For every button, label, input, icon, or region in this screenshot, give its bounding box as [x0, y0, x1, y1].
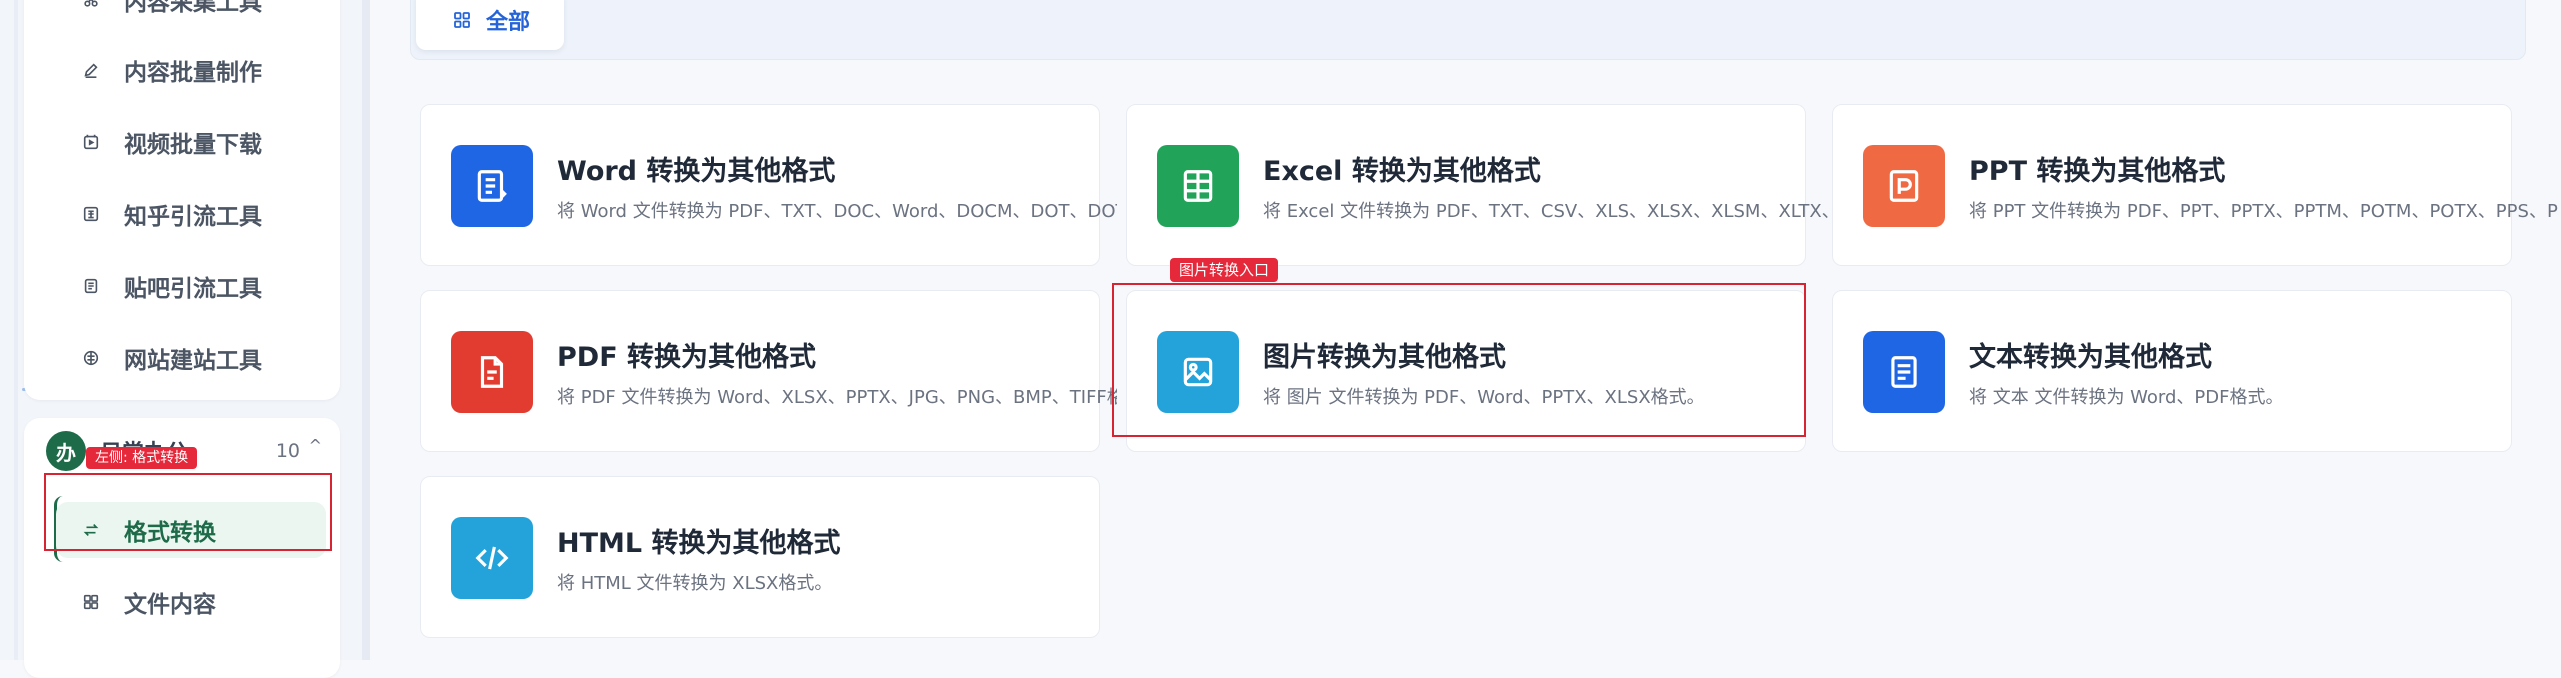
- card-title: 文本转换为其他格式: [1969, 342, 2212, 373]
- card-pdf[interactable]: PDF 转换为其他格式 将 PDF 文件转换为 Word、XLSX、PPTX、J…: [420, 290, 1117, 452]
- sidebar-item-content-batch[interactable]: 内容批量制作: [56, 42, 332, 98]
- card-description: 将 HTML 文件转换为 XLSX格式。: [557, 573, 833, 594]
- card-description: 将 Word 文件转换为 PDF、TXT、DOC、Word、DOCM、DOT、D…: [557, 201, 1117, 222]
- card-description: 将 PDF 文件转换为 Word、XLSX、PPTX、JPG、PNG、BMP、T…: [557, 387, 1117, 408]
- code-icon: [451, 517, 533, 599]
- card-text[interactable]: 文本转换为其他格式 将 文本 文件转换为 Word、PDF格式。: [1832, 290, 2512, 452]
- card-title: PPT 转换为其他格式: [1969, 156, 2226, 187]
- grid-icon: [452, 10, 472, 30]
- filter-all-label: 全部: [486, 10, 531, 35]
- document-icon: [451, 145, 533, 227]
- card-html[interactable]: HTML 转换为其他格式 将 HTML 文件转换为 XLSX格式。: [420, 476, 1100, 638]
- grid-icon: [80, 591, 102, 613]
- sidebar-item-tieba[interactable]: 贴吧引流工具: [56, 258, 332, 314]
- sidebar-item-label: 内容批量制作: [124, 60, 262, 86]
- card-word[interactable]: Word 转换为其他格式 将 Word 文件转换为 PDF、TXT、DOC、Wo…: [420, 104, 1117, 266]
- presentation-icon: [1863, 145, 1945, 227]
- sidebar-item-label: 知乎引流工具: [124, 204, 262, 230]
- sidebar-item-label: 内容采集工具: [124, 0, 262, 16]
- card-title: Excel 转换为其他格式: [1263, 156, 1541, 187]
- filter-bar: [410, 0, 2526, 60]
- card-excel[interactable]: Excel 转换为其他格式 将 Excel 文件转换为 PDF、TXT、CSV、…: [1126, 104, 1843, 266]
- sidebar-item-label: 网站建站工具: [124, 348, 262, 374]
- card-description: 将 Excel 文件转换为 PDF、TXT、CSV、XLS、XLSX、XLSM、…: [1263, 201, 1843, 222]
- filter-all-button[interactable]: 全部: [416, 0, 564, 50]
- card-ppt[interactable]: PPT 转换为其他格式 将 PPT 文件转换为 PDF、PPT、PPTX、PPT…: [1832, 104, 2559, 266]
- sidebar-item-website[interactable]: 网站建站工具: [56, 330, 332, 386]
- tieba-icon: [80, 275, 102, 297]
- annotation-tag: 左侧: 格式转换: [86, 447, 198, 469]
- sidebar-item-file-content[interactable]: 文件内容: [56, 574, 332, 630]
- sidebar-item-zhihu[interactable]: 知乎引流工具: [56, 186, 332, 242]
- chevron-up-icon[interactable]: ^: [309, 436, 322, 455]
- highlight-box: [1112, 283, 1806, 437]
- sidebar-item-label: 贴吧引流工具: [124, 276, 262, 302]
- zhihu-icon: [80, 203, 102, 225]
- group-avatar: 办: [46, 431, 86, 471]
- card-description: 将 文本 文件转换为 Word、PDF格式。: [1969, 387, 2284, 408]
- sidebar-item-content-collect[interactable]: 内容采集工具: [56, 0, 332, 28]
- sidebar-rail: [14, 0, 18, 660]
- spreadsheet-icon: [1157, 145, 1239, 227]
- highlight-box: [44, 473, 332, 551]
- video-icon: [80, 131, 102, 153]
- sidebar-item-label: 视频批量下载: [124, 132, 262, 158]
- group-count: 10: [275, 440, 300, 462]
- pencil-icon: [80, 59, 102, 81]
- sidebar-item-label: 文件内容: [124, 592, 216, 618]
- card-title: HTML 转换为其他格式: [557, 528, 841, 559]
- scissors-icon: [80, 0, 102, 11]
- card-description: 将 PPT 文件转换为 PDF、PPT、PPTX、PPTM、POTM、POTX、…: [1969, 201, 2559, 222]
- annotation-tag: 图片转换入口: [1170, 258, 1279, 282]
- card-title: Word 转换为其他格式: [557, 156, 836, 187]
- sidebar-item-video-download[interactable]: 视频批量下载: [56, 114, 332, 170]
- card-title: PDF 转换为其他格式: [557, 342, 817, 373]
- globe-icon: [80, 347, 102, 369]
- sidebar-divider: [362, 0, 370, 660]
- text-icon: [1863, 331, 1945, 413]
- pdf-icon: [451, 331, 533, 413]
